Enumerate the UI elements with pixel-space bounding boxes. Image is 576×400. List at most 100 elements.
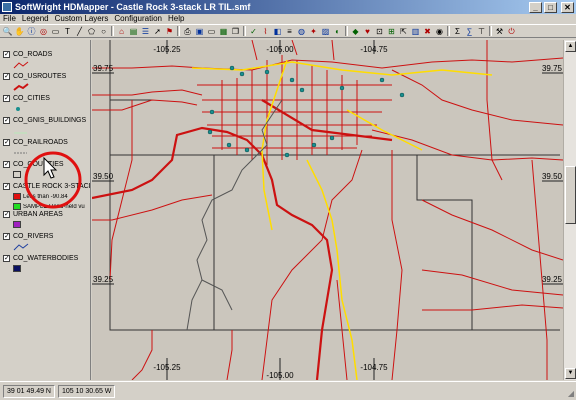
layer-checkbox[interactable]: ✓ (3, 211, 10, 218)
table-icon[interactable]: ⊞ (386, 26, 397, 37)
layer-checkbox[interactable]: ✓ (3, 51, 10, 58)
minimize-button[interactable]: _ (529, 1, 542, 13)
layer-checkbox[interactable]: ✓ (3, 139, 10, 146)
shade-icon[interactable]: ◧ (272, 26, 283, 37)
layer-checkbox[interactable]: ✓ (3, 255, 10, 262)
river-symbol-icon (13, 243, 29, 250)
copy-icon[interactable]: ❐ (230, 26, 241, 37)
legend-layer-urban-areas[interactable]: ✓ URBAN AREAS (3, 210, 90, 229)
app-icon (2, 2, 12, 12)
lon-label-bottom: -105.25 (153, 363, 181, 372)
pan-icon[interactable]: ✋ (14, 26, 25, 37)
menu-custom-layers[interactable]: Custom Layers (52, 14, 112, 24)
menu-help[interactable]: Help (165, 14, 187, 24)
lon-label-top: -105.00 (266, 45, 294, 54)
menu-file[interactable]: File (0, 14, 19, 24)
print-icon[interactable]: ⎙ (182, 26, 193, 37)
lat-label-left: 39.50 (93, 172, 114, 181)
dxf-icon[interactable]: ≡ (284, 26, 295, 37)
layer-checkbox[interactable]: ✓ (3, 73, 10, 80)
coverage-label: SAMPLE Hand-held vu (23, 203, 85, 210)
measure-icon[interactable]: ◎ (38, 26, 49, 37)
legend-layer-gnis-buildings[interactable]: ✓ CO_GNIS_BUILDINGS (3, 116, 90, 135)
county-swatch (13, 171, 21, 178)
chart-icon[interactable]: ▥ (410, 26, 421, 37)
coverage-label: Less than -90.84 (23, 193, 68, 200)
latitude-readout: 39 01 49.49 N (3, 384, 55, 398)
exit-icon[interactable]: ⏻ (506, 26, 517, 37)
window-title: SoftWright HDMapper - Castle Rock 3-stac… (15, 2, 251, 12)
route-symbol-icon (13, 82, 29, 91)
select-icon[interactable]: ▭ (50, 26, 61, 37)
legend-icon[interactable]: ☰ (140, 26, 151, 37)
eye-icon[interactable]: ◉ (434, 26, 445, 37)
maximize-button[interactable]: □ (544, 1, 557, 13)
lat-label-right: 39.25 (542, 275, 563, 284)
export-icon[interactable]: ⇱ (398, 26, 409, 37)
sum-icon[interactable]: ∑ (464, 26, 475, 37)
save-icon[interactable]: ▣ (194, 26, 205, 37)
layer-checkbox[interactable]: ✓ (3, 233, 10, 240)
heart-icon[interactable]: ♥ (362, 26, 373, 37)
sigma-icon[interactable]: Σ (452, 26, 463, 37)
check-icon[interactable]: ✓ (248, 26, 259, 37)
menu-configuration[interactable]: Configuration (111, 14, 165, 24)
image-icon[interactable]: ▨ (320, 26, 331, 37)
legend-layer-usroutes[interactable]: ✓ CO_USROUTES (3, 72, 90, 91)
menu-legend[interactable]: Legend (19, 14, 52, 24)
text-icon[interactable]: T (62, 26, 73, 37)
map-canvas[interactable]: -105.25 -105.00 -104.75 -105.25 -105.00 … (92, 40, 563, 380)
scroll-down-button[interactable]: ▼ (565, 368, 576, 379)
railroad-symbol-icon (14, 152, 27, 153)
globe-icon[interactable]: ◍ (296, 26, 307, 37)
layer-checkbox[interactable]: ✓ (3, 161, 10, 168)
lon-label-bottom: -105.00 (266, 371, 294, 380)
color-icon[interactable]: ◐ (332, 26, 343, 37)
building-symbol-icon (14, 132, 27, 133)
scroll-thumb[interactable] (565, 166, 576, 224)
layer-name: CO_COUNTIES (13, 161, 64, 168)
legend-layer-railroads[interactable]: ✓ CO_RAILROADS (3, 138, 90, 157)
lat-label-left: 39.25 (93, 275, 114, 284)
arrow-icon[interactable]: ➚ (152, 26, 163, 37)
layer-checkbox[interactable]: ✓ (3, 95, 10, 102)
settings-icon[interactable]: ⚒ (494, 26, 505, 37)
info-icon[interactable]: ⓘ (26, 26, 37, 37)
home-icon[interactable]: ⌂ (116, 26, 127, 37)
scroll-up-button[interactable]: ▲ (565, 41, 576, 52)
layer-checkbox[interactable]: ✓ (3, 183, 10, 190)
satellite-icon[interactable]: ✦ (308, 26, 319, 37)
vertical-scrollbar[interactable]: ▲ ▼ (563, 40, 576, 380)
layers-icon[interactable]: ▤ (128, 26, 139, 37)
plot-icon[interactable]: ◆ (350, 26, 361, 37)
toolbar-separator (345, 26, 348, 36)
profile-icon[interactable]: ⌇ (260, 26, 271, 37)
menu-bar: File Legend Custom Layers Configuration … (0, 14, 576, 24)
layer-name: CO_ROADS (13, 51, 53, 58)
layer-checkbox[interactable]: ✓ (3, 117, 10, 124)
toolbar: 🔍 ✋ ⓘ ◎ ▭ T ╱ ⬠ ○ ⌂ ▤ ☰ ➚ ⚑ ⎙ ▣ ▭ ▦ ❐ ✓ … (0, 24, 576, 38)
legend-layer-castle-rock[interactable]: ✓ CASTLE ROCK 3-STACK LI Less than -90.8… (3, 182, 90, 211)
stats-icon[interactable]: ⊤ (476, 26, 487, 37)
polygon-icon[interactable]: ⬠ (86, 26, 97, 37)
circle-icon[interactable]: ○ (98, 26, 109, 37)
line-icon[interactable]: ╱ (74, 26, 85, 37)
grid-icon[interactable]: ▦ (218, 26, 229, 37)
resize-grip-icon[interactable]: ◢ (568, 389, 574, 398)
legend-layer-counties[interactable]: ✓ CO_COUNTIES (3, 160, 90, 179)
legend-panel: ✓ CO_ROADS ✓ CO_USROUTES ✓ CO_CITIES ✓ C… (0, 40, 91, 380)
legend-layer-cities[interactable]: ✓ CO_CITIES (3, 94, 90, 113)
tag-icon[interactable]: ⊡ (374, 26, 385, 37)
urban-swatch (13, 221, 21, 228)
open-icon[interactable]: ▭ (206, 26, 217, 37)
coverage-red-swatch (13, 193, 21, 200)
mark-icon[interactable]: ✖ (422, 26, 433, 37)
legend-layer-waterbodies[interactable]: ✓ CO_WATERBODIES (3, 254, 90, 273)
zoom-icon[interactable]: 🔍 (2, 26, 13, 37)
close-button[interactable]: ✕ (561, 1, 574, 13)
legend-layer-rivers[interactable]: ✓ CO_RIVERS (3, 232, 90, 251)
lon-label-top: -105.25 (153, 45, 181, 54)
flag-icon[interactable]: ⚑ (164, 26, 175, 37)
map-view[interactable]: -105.25 -105.00 -104.75 -105.25 -105.00 … (92, 40, 563, 380)
legend-layer-roads[interactable]: ✓ CO_ROADS (3, 50, 90, 69)
